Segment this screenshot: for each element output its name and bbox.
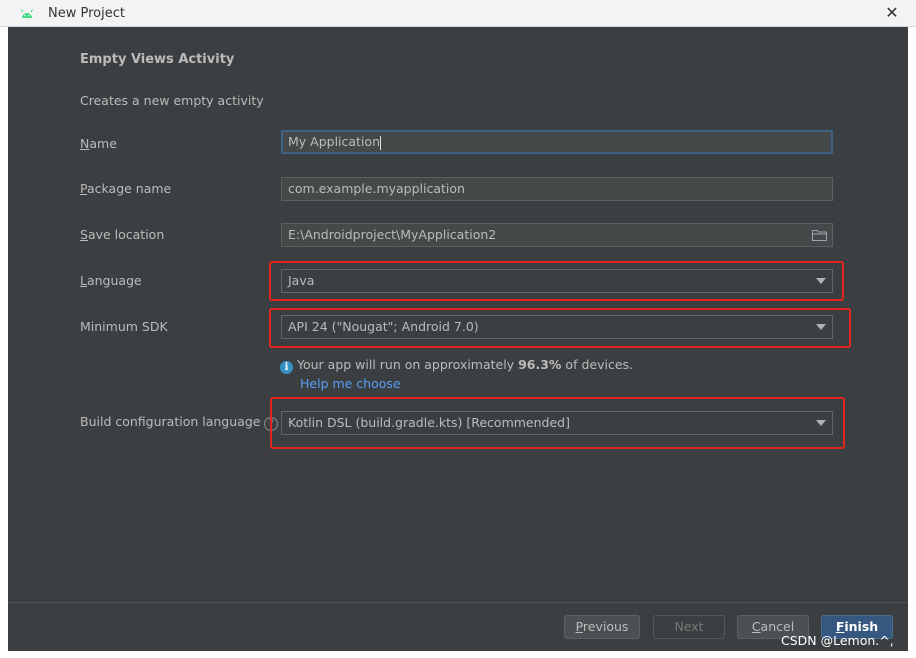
previous-button[interactable]: Previous xyxy=(564,615,640,639)
build-config-language-label: Build configuration language? xyxy=(80,414,279,431)
language-label: Language xyxy=(80,273,142,288)
device-coverage-info: i Your app will run on approximately 96.3… xyxy=(280,357,633,374)
help-me-choose-link[interactable]: Help me choose xyxy=(300,376,401,391)
highlight-box-language xyxy=(269,261,844,301)
android-icon xyxy=(21,9,33,18)
highlight-box-build-config xyxy=(270,397,845,449)
save-location-input[interactable]: E:\Androidproject\MyApplication2 xyxy=(281,223,833,247)
info-icon: i xyxy=(280,361,293,374)
name-input[interactable]: My Application xyxy=(281,130,833,154)
window-edge xyxy=(908,27,916,658)
minimum-sdk-label: Minimum SDK xyxy=(80,319,168,334)
new-project-dialog: Empty Views Activity Creates a new empty… xyxy=(8,27,908,651)
text-caret xyxy=(380,135,381,150)
close-icon[interactable]: ✕ xyxy=(884,4,900,22)
folder-icon[interactable] xyxy=(812,229,827,241)
save-location-label: Save location xyxy=(80,227,165,242)
highlight-box-minimum-sdk xyxy=(269,308,851,348)
next-button[interactable]: Next xyxy=(653,615,725,639)
page-title: Empty Views Activity xyxy=(80,52,235,67)
window-title: New Project xyxy=(48,6,125,21)
package-name-input[interactable]: com.example.myapplication xyxy=(281,177,833,201)
footer-divider xyxy=(8,602,908,603)
title-bar: New Project ✕ xyxy=(0,0,916,27)
package-name-label: Package name xyxy=(80,181,172,196)
page-description: Creates a new empty activity xyxy=(80,93,264,108)
window-edge-bottom xyxy=(0,651,916,658)
name-label: Name xyxy=(80,136,117,151)
watermark-text: CSDN @Lemon.^, xyxy=(781,633,894,648)
